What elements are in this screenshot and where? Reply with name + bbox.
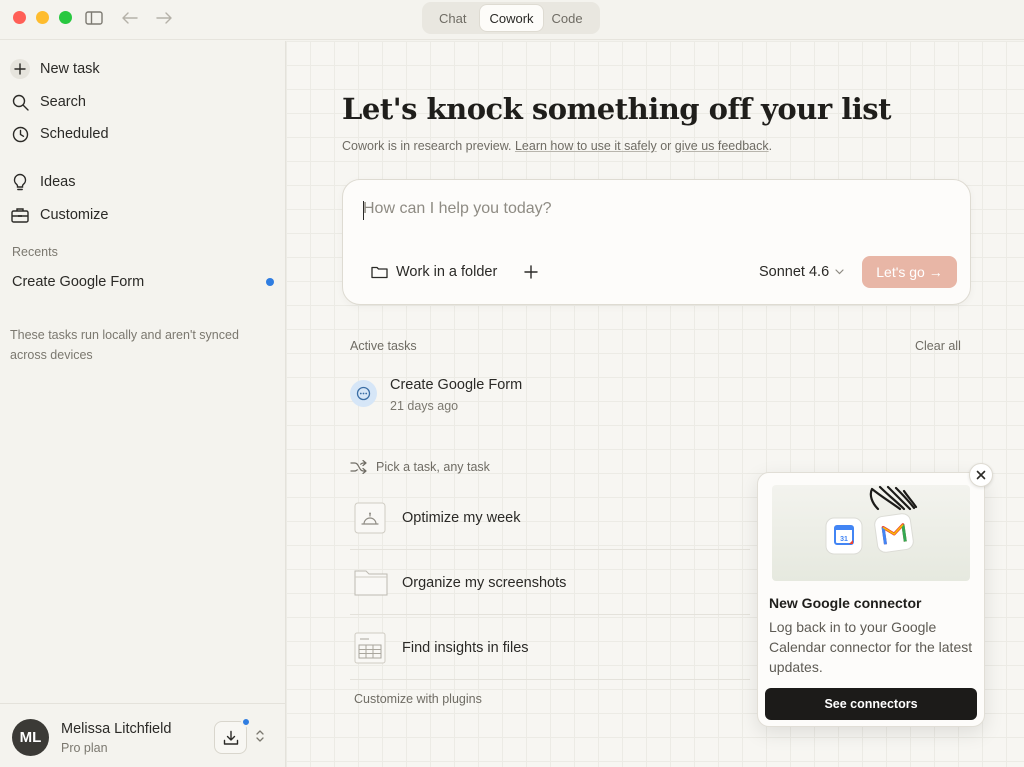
notice-text: . <box>768 139 773 153</box>
plus-icon <box>524 265 538 279</box>
chevron-up-down-icon[interactable] <box>255 728 265 744</box>
tab-code[interactable]: Code <box>543 5 592 31</box>
toolbox-icon <box>10 205 30 225</box>
folder-icon <box>354 567 388 599</box>
notification-dot <box>241 717 251 727</box>
text-caret <box>363 201 364 220</box>
composer: Work in a folder Sonnet 4.6 Let's go → <box>342 179 971 305</box>
shuffle-icon <box>350 460 368 474</box>
preview-notice: Cowork is in research preview. Learn how… <box>342 139 772 153</box>
pick-task-label: Pick a task, any task <box>376 460 490 474</box>
suggestion-find-insights[interactable]: Find insights in files <box>350 616 750 680</box>
pick-task-heading: Pick a task, any task <box>350 460 490 474</box>
download-button[interactable] <box>214 717 251 754</box>
avatar[interactable]: ML <box>12 719 49 756</box>
back-arrow-icon[interactable] <box>120 9 140 27</box>
customize-plugins-link[interactable]: Customize with plugins <box>354 692 482 706</box>
calendar-date: 31 <box>840 536 848 543</box>
prompt-input[interactable] <box>363 200 943 218</box>
close-icon <box>976 470 986 480</box>
lightbulb-icon <box>10 172 30 192</box>
maximize-window-button[interactable] <box>59 11 72 24</box>
user-plan: Pro plan <box>61 741 108 755</box>
sidebar: New task Search Scheduled Ideas Customiz… <box>0 41 286 767</box>
recent-item[interactable]: Create Google Form <box>12 274 274 290</box>
plus-icon <box>10 59 30 79</box>
recents-heading: Recents <box>12 245 58 259</box>
sidebar-item-scheduled[interactable]: Scheduled <box>10 121 109 147</box>
card-body: Log back in to your Google Calendar conn… <box>769 619 973 675</box>
notice-text: Cowork is in research preview. <box>342 139 515 153</box>
notice-text: or <box>656 139 675 153</box>
active-task-time: 21 days ago <box>390 399 459 413</box>
sidebar-item-customize[interactable]: Customize <box>10 202 109 228</box>
sidebar-item-search[interactable]: Search <box>10 89 86 115</box>
work-in-folder-label: Work in a folder <box>396 264 498 280</box>
sidebar-item-label: Scheduled <box>40 126 109 142</box>
model-selector[interactable]: Sonnet 4.6 <box>759 264 844 280</box>
add-attachment-button[interactable] <box>521 262 541 282</box>
sidebar-item-label: Search <box>40 94 86 110</box>
recent-item-label: Create Google Form <box>12 274 145 290</box>
active-task-title: Create Google Form <box>390 377 523 393</box>
clear-all-button[interactable]: Clear all <box>915 339 961 353</box>
google-connector-card: 31 New Google connector Log back in to y… <box>757 472 985 727</box>
page-title: Let's knock something off your list <box>342 92 891 126</box>
lets-go-button[interactable]: Let's go → <box>862 256 957 288</box>
download-icon <box>223 730 238 745</box>
feedback-link[interactable]: give us feedback <box>675 139 769 153</box>
chat-bubble-icon <box>350 380 377 407</box>
spreadsheet-icon <box>354 632 386 664</box>
user-name[interactable]: Melissa Litchfield <box>61 721 171 737</box>
clock-icon <box>10 124 30 144</box>
active-tasks-heading: Active tasks <box>350 339 417 353</box>
mode-switch: Chat Cowork Code <box>422 2 600 34</box>
tab-cowork[interactable]: Cowork <box>480 5 543 31</box>
title-bar: Chat Cowork Code <box>0 0 1024 40</box>
suggestion-label: Organize my screenshots <box>402 575 567 591</box>
forward-arrow-icon[interactable] <box>154 9 174 27</box>
close-window-button[interactable] <box>13 11 26 24</box>
search-icon <box>10 92 30 112</box>
learn-safely-link[interactable]: Learn how to use it safely <box>515 139 657 153</box>
close-card-button[interactable] <box>969 463 993 487</box>
suggestion-organize-screenshots[interactable]: Organize my screenshots <box>350 551 750 615</box>
sidebar-item-ideas[interactable]: Ideas <box>10 169 75 195</box>
suggestion-label: Find insights in files <box>402 640 529 656</box>
card-title: New Google connector <box>769 595 922 611</box>
folder-icon <box>371 265 388 279</box>
work-in-folder-button[interactable]: Work in a folder <box>371 264 497 280</box>
minimize-window-button[interactable] <box>36 11 49 24</box>
tab-chat[interactable]: Chat <box>425 5 480 31</box>
sidebar-item-new-task[interactable]: New task <box>10 56 100 82</box>
user-panel: ML Melissa Litchfield Pro plan <box>0 703 285 767</box>
bell-icon <box>354 502 386 534</box>
sidebar-item-label: Ideas <box>40 174 76 190</box>
suggestion-label: Optimize my week <box>402 510 521 526</box>
unread-dot <box>266 278 274 286</box>
see-connectors-button[interactable]: See connectors <box>765 688 977 720</box>
connector-illustration: 31 <box>772 485 970 581</box>
sidebar-item-label: Customize <box>40 207 109 223</box>
suggestion-optimize-week[interactable]: Optimize my week <box>350 486 750 550</box>
sync-note: These tasks run locally and aren't synce… <box>10 328 239 362</box>
model-name: Sonnet 4.6 <box>759 264 830 280</box>
chevron-down-icon <box>835 267 844 278</box>
sidebar-item-label: New task <box>40 61 100 77</box>
sidebar-toggle-icon[interactable] <box>84 9 104 27</box>
